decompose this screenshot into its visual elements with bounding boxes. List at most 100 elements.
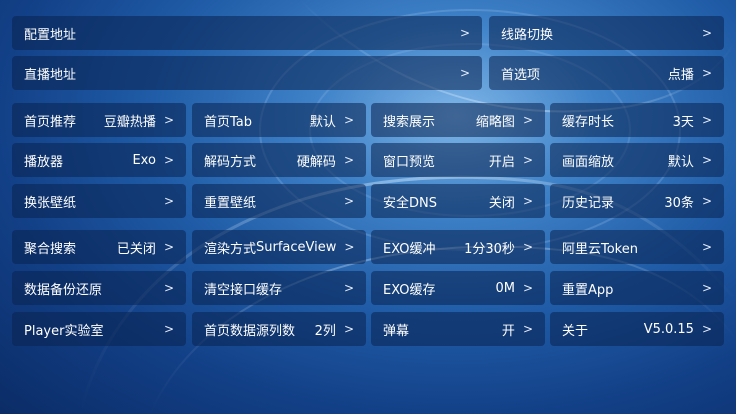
setting-label: 窗口预览 [383,154,436,170]
chevron-right-icon: > [163,240,174,254]
setting-label: 播放器 [24,154,64,170]
setting-label: 重置壁纸 [204,195,257,211]
chevron-right-icon: > [522,113,533,127]
setting-value: 关闭 [488,195,515,211]
chevron-right-icon: > [343,322,354,336]
setting-item-4-0[interactable]: 数据备份还原 > [12,271,186,305]
chevron-right-icon: > [522,240,533,254]
setting-value: 30条 [664,195,694,211]
setting-item-1-2[interactable]: 窗口预览 开启 > [371,143,545,177]
chevron-right-icon: > [701,153,712,167]
chevron-right-icon: > [163,153,174,167]
setting-item-4-3[interactable]: 重置App > [550,271,724,305]
setting-value: V5.0.15 [643,321,694,337]
chevron-right-icon: > [459,26,470,40]
chevron-right-icon: > [522,194,533,208]
chevron-right-icon: > [701,240,712,254]
setting-label: 历史记录 [562,195,615,211]
setting-label: 渲染方式 [204,241,257,257]
setting-item-4-2[interactable]: EXO缓存 0M > [371,271,545,305]
setting-value: 缩略图 [475,114,515,130]
setting-label: 首页Tab [204,114,253,130]
setting-item-3-0[interactable]: 聚合搜索 已关闭 > [12,230,186,264]
setting-value: SurfaceView [256,239,337,255]
setting-item-1-1[interactable]: 解码方式 硬解码 > [192,143,366,177]
setting-value: 2列 [314,323,336,339]
chevron-right-icon: > [459,66,470,80]
setting-label: 解码方式 [204,154,257,170]
chevron-right-icon: > [701,66,712,80]
setting-label: 关于 [562,323,589,339]
setting-label: 弹幕 [383,323,410,339]
setting-value: 默认 [309,114,336,130]
setting-label: EXO缓存 [383,282,436,298]
preferences-label: 首选项 [501,67,541,83]
chevron-right-icon: > [163,322,174,336]
setting-item-5-2[interactable]: 弹幕 开 > [371,312,545,346]
chevron-right-icon: > [701,194,712,208]
chevron-right-icon: > [343,194,354,208]
setting-item-2-2[interactable]: 安全DNS 关闭 > [371,184,545,218]
config-address-button[interactable]: 配置地址 > [12,16,482,50]
setting-label: 换张壁纸 [24,195,77,211]
live-address-button[interactable]: 直播地址 > [12,56,482,90]
chevron-right-icon: > [701,26,712,40]
setting-label: 画面缩放 [562,154,615,170]
setting-label: 阿里云Token [562,241,638,257]
setting-item-2-1[interactable]: 重置壁纸 > [192,184,366,218]
setting-item-0-2[interactable]: 搜索展示 缩略图 > [371,103,545,137]
setting-label: 聚合搜索 [24,241,77,257]
setting-label: 数据备份还原 [24,282,103,298]
setting-item-5-3[interactable]: 关于 V5.0.15 > [550,312,724,346]
setting-item-3-1[interactable]: 渲染方式 SurfaceView > [192,230,366,264]
setting-value: 已关闭 [116,241,156,257]
chevron-right-icon: > [522,153,533,167]
setting-value: 默认 [667,154,694,170]
preferences-button[interactable]: 首选项 点播 > [489,56,724,90]
chevron-right-icon: > [343,281,354,295]
preferences-value: 点播 [667,67,694,83]
setting-item-3-2[interactable]: EXO缓冲 1分30秒 > [371,230,545,264]
setting-label: 清空接口缓存 [204,282,283,298]
chevron-right-icon: > [343,153,354,167]
chevron-right-icon: > [701,322,712,336]
setting-item-0-1[interactable]: 首页Tab 默认 > [192,103,366,137]
setting-value: 开 [501,323,515,339]
setting-label: 安全DNS [383,195,437,211]
setting-label: 搜索展示 [383,114,436,130]
setting-item-2-0[interactable]: 换张壁纸 > [12,184,186,218]
setting-value: 1分30秒 [464,241,515,257]
live-address-label: 直播地址 [24,67,77,83]
setting-label: EXO缓冲 [383,241,436,257]
setting-label: 缓存时长 [562,114,615,130]
line-switch-button[interactable]: 线路切换 > [489,16,724,50]
config-address-label: 配置地址 [24,27,77,43]
setting-label: 重置App [562,282,614,298]
chevron-right-icon: > [163,113,174,127]
setting-value: 豆瓣热播 [103,114,156,130]
setting-item-1-3[interactable]: 画面缩放 默认 > [550,143,724,177]
chevron-right-icon: > [343,113,354,127]
setting-label: Player实验室 [24,323,104,339]
setting-item-5-0[interactable]: Player实验室 > [12,312,186,346]
setting-value: 开启 [488,154,515,170]
setting-label: 首页推荐 [24,114,77,130]
setting-item-1-0[interactable]: 播放器 Exo > [12,143,186,177]
setting-label: 首页数据源列数 [204,323,296,339]
chevron-right-icon: > [701,281,712,295]
setting-item-5-1[interactable]: 首页数据源列数 2列 > [192,312,366,346]
chevron-right-icon: > [163,194,174,208]
setting-value: 硬解码 [296,154,336,170]
setting-item-0-3[interactable]: 缓存时长 3天 > [550,103,724,137]
chevron-right-icon: > [163,281,174,295]
setting-value: 0M [495,280,515,296]
setting-value: Exo [132,152,156,168]
setting-item-4-1[interactable]: 清空接口缓存 > [192,271,366,305]
line-switch-label: 线路切换 [501,27,554,43]
setting-item-0-0[interactable]: 首页推荐 豆瓣热播 > [12,103,186,137]
setting-item-3-3[interactable]: 阿里云Token > [550,230,724,264]
setting-item-2-3[interactable]: 历史记录 30条 > [550,184,724,218]
setting-value: 3天 [672,114,694,130]
chevron-right-icon: > [344,240,355,254]
chevron-right-icon: > [701,113,712,127]
